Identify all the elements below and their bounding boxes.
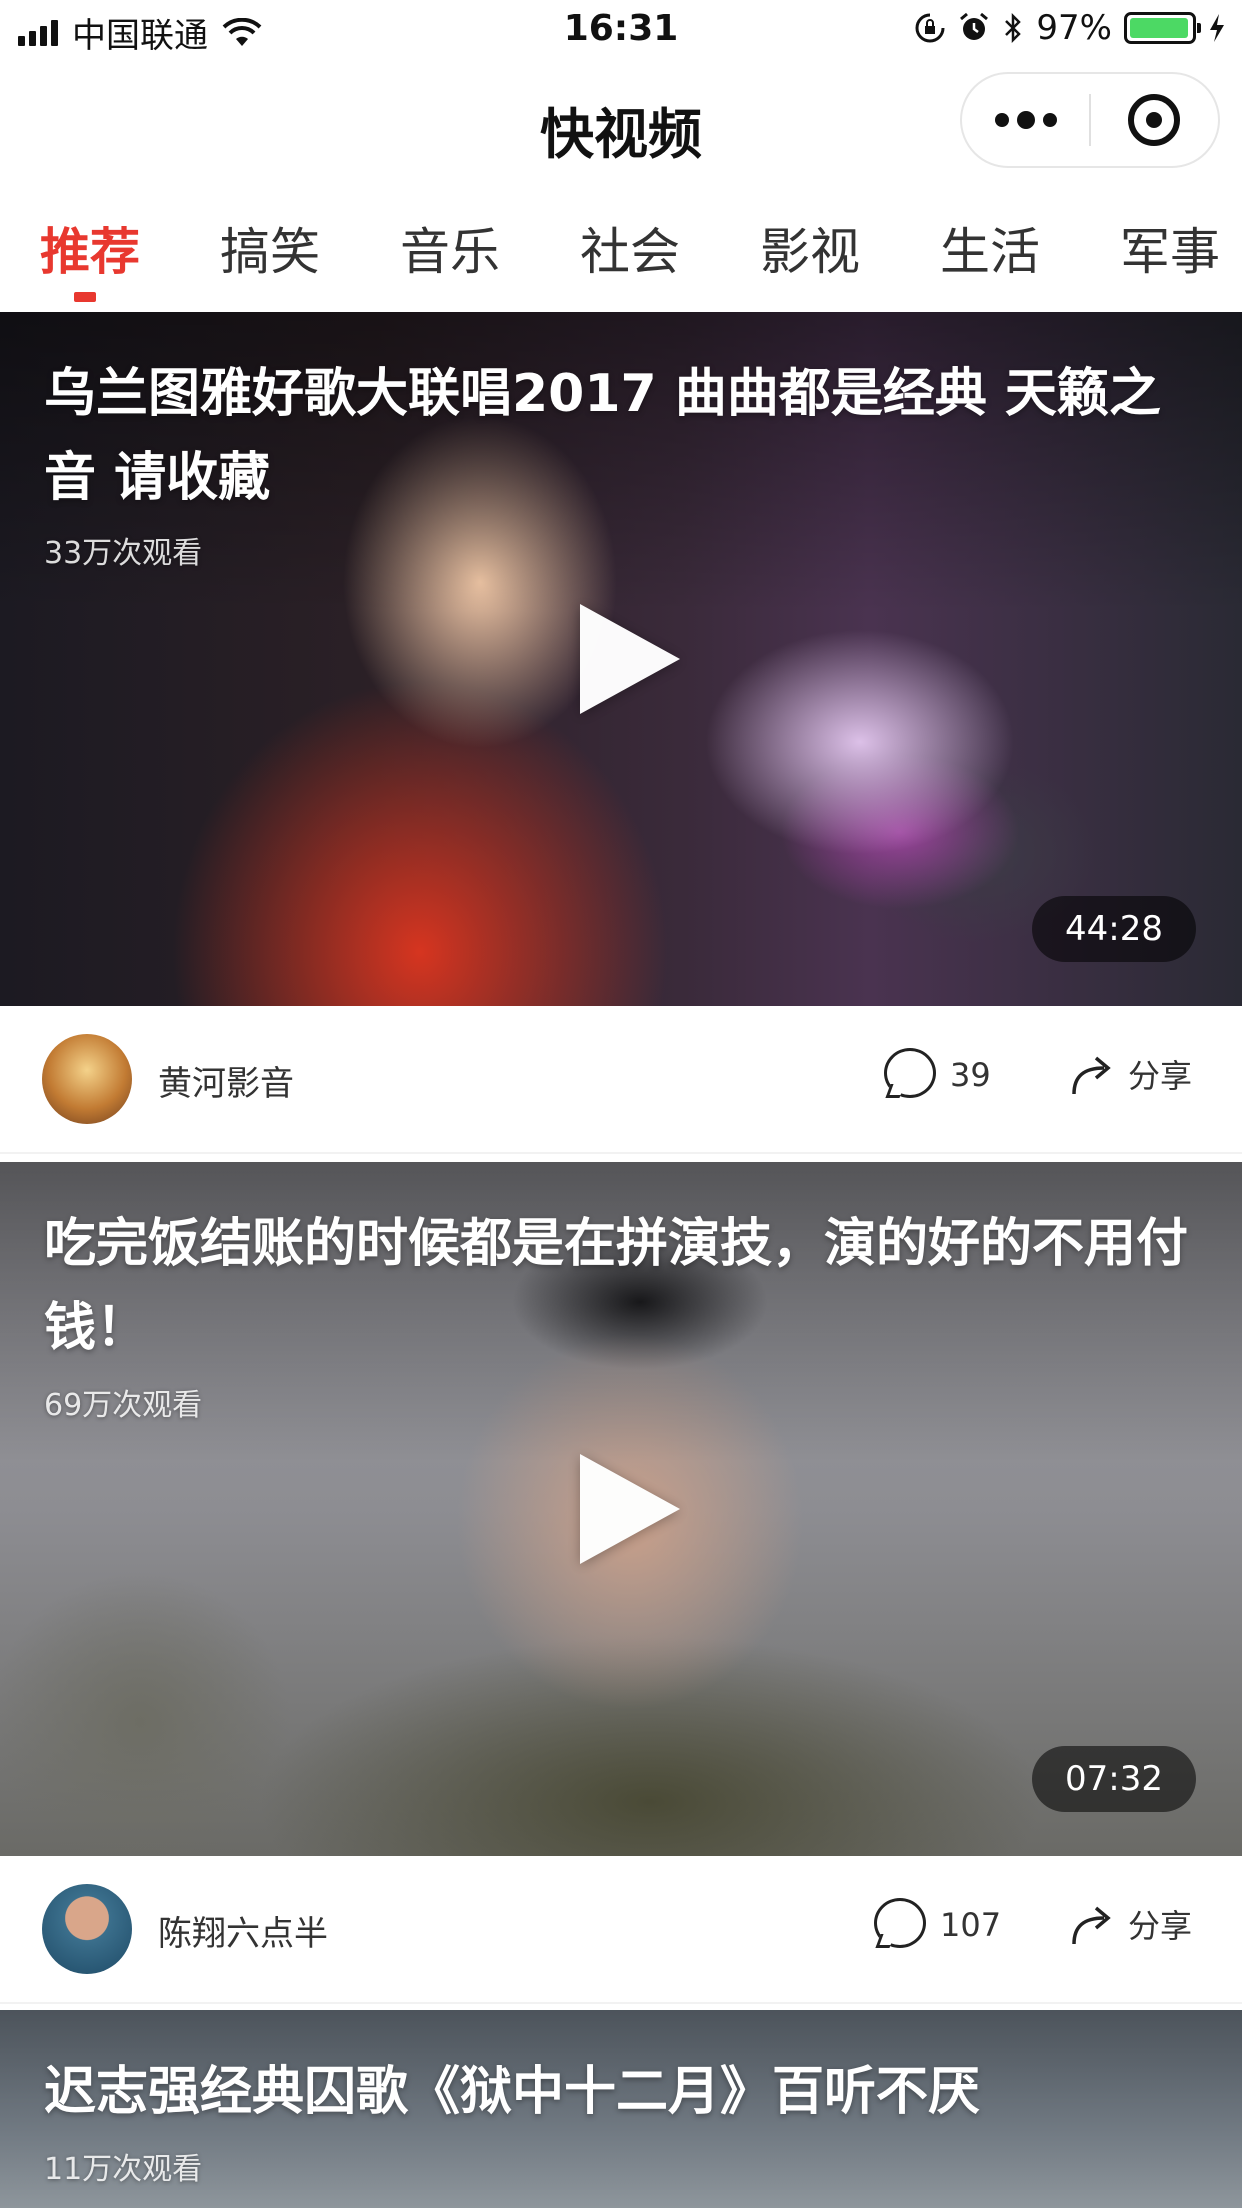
share-button[interactable]: 分享 (1068, 1898, 1192, 1950)
tab-military[interactable]: 军事 (1120, 212, 1220, 284)
share-icon (1072, 1056, 1111, 1095)
video-thumbnail[interactable]: 迟志强经典囚歌《狱中十二月》百听不厌 11万次观看 (0, 2010, 1242, 2208)
video-footer: 陈翔六点半 107 分享 (0, 1856, 1242, 2004)
author-name[interactable]: 陈翔六点半 (158, 1906, 328, 1955)
tab-recommend[interactable]: 推荐 (40, 212, 140, 284)
category-tabs: 推荐 搞笑 音乐 社会 影视 生活 军事 (0, 212, 1242, 308)
bluetooth-icon (1005, 12, 1022, 44)
close-button[interactable] (1091, 74, 1218, 166)
signal-icon (18, 19, 58, 46)
tab-life[interactable]: 生活 (940, 212, 1040, 284)
battery-icon (1124, 12, 1201, 44)
tab-society[interactable]: 社会 (580, 212, 680, 284)
mini-program-capsule (960, 72, 1220, 168)
lock-rotation-icon (915, 13, 945, 43)
comment-button[interactable]: 39 (882, 1046, 991, 1104)
author-name[interactable]: 黄河影音 (158, 1056, 294, 1105)
play-icon[interactable] (580, 604, 680, 714)
share-button[interactable]: 分享 (1068, 1048, 1192, 1100)
comment-count: 107 (940, 1906, 1002, 1944)
play-icon[interactable] (580, 1454, 680, 1564)
comment-icon (882, 1046, 940, 1104)
avatar[interactable] (42, 1884, 132, 1974)
video-title[interactable]: 吃完饭结账的时候都是在拼演技，演的好的不用付钱！ (44, 1202, 1204, 1370)
view-count: 33万次观看 (44, 536, 203, 571)
tab-music[interactable]: 音乐 (400, 212, 500, 284)
nav-bar: 快视频 (0, 62, 1242, 182)
tab-film[interactable]: 影视 (760, 212, 860, 284)
video-thumbnail[interactable]: 乌兰图雅好歌大联唱2017 曲曲都是经典 天籁之音 请收藏 33万次观看 44:… (0, 312, 1242, 1006)
share-label: 分享 (1127, 1907, 1192, 1945)
status-left: 中国联通 (18, 8, 262, 57)
duration-badge: 44:28 (1032, 896, 1196, 962)
status-right: 97% (914, 8, 1226, 48)
video-title[interactable]: 迟志强经典囚歌《狱中十二月》百听不厌 (44, 2050, 1204, 2134)
carrier-name: 中国联通 (72, 16, 208, 56)
view-count: 69万次观看 (44, 1388, 203, 1423)
comment-icon (872, 1896, 930, 1954)
share-label: 分享 (1127, 1057, 1192, 1095)
charging-icon (1210, 14, 1224, 42)
video-thumbnail[interactable]: 吃完饭结账的时候都是在拼演技，演的好的不用付钱！ 69万次观看 07:32 (0, 1162, 1242, 1856)
tab-funny[interactable]: 搞笑 (220, 212, 320, 284)
avatar[interactable] (42, 1034, 132, 1124)
share-icon (1072, 1906, 1111, 1945)
video-title[interactable]: 乌兰图雅好歌大联唱2017 曲曲都是经典 天籁之音 请收藏 (44, 352, 1204, 520)
battery-percent: 97% (1036, 8, 1112, 48)
target-icon (1128, 94, 1181, 146)
more-icon[interactable] (962, 74, 1089, 166)
status-bar: 中国联通 16:31 97% (0, 0, 1242, 62)
video-footer: 黄河影音 39 分享 (0, 1006, 1242, 1154)
battery-fill (1130, 18, 1189, 38)
view-count: 11万次观看 (44, 2152, 203, 2187)
comment-count: 39 (950, 1056, 991, 1094)
active-tab-indicator (74, 292, 96, 302)
comment-button[interactable]: 107 (872, 1896, 1001, 1954)
duration-badge: 07:32 (1032, 1746, 1196, 1812)
wifi-icon (222, 17, 262, 46)
alarm-icon (960, 12, 989, 40)
